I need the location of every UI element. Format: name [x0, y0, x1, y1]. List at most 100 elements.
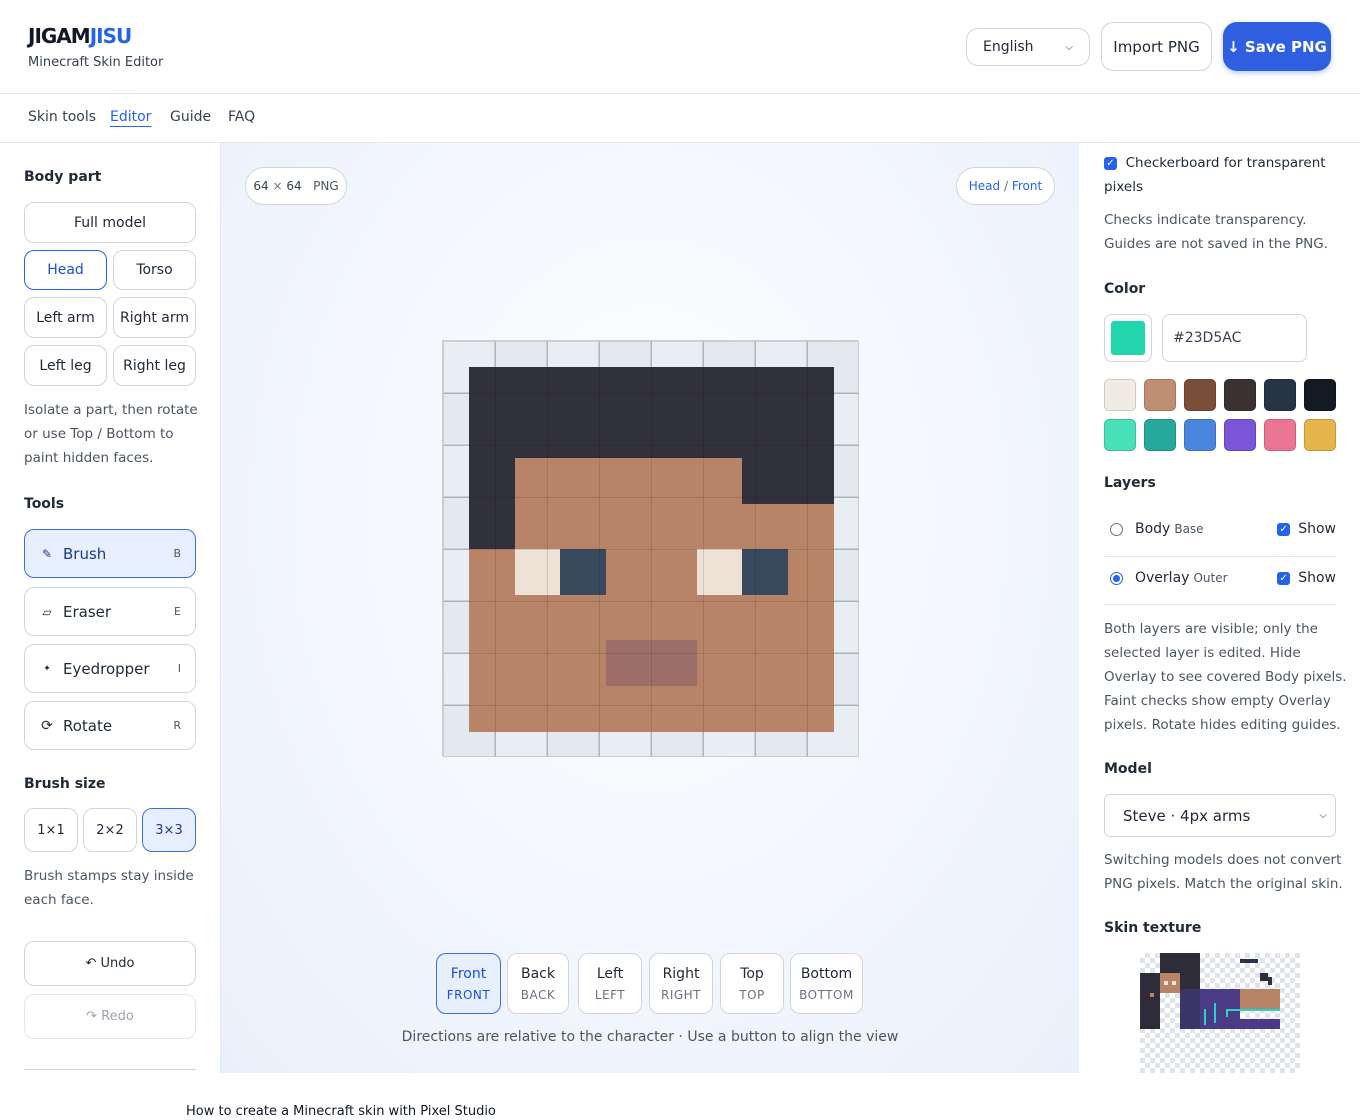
painted-pixel[interactable]: [742, 412, 788, 459]
painted-pixel[interactable]: [469, 685, 515, 732]
painted-pixel[interactable]: [469, 367, 515, 413]
color-hex-input[interactable]: #23D5AC: [1162, 314, 1307, 362]
palette-swatch[interactable]: [1144, 379, 1176, 411]
painted-pixel[interactable]: [651, 367, 697, 413]
undo-button[interactable]: ↶ Undo: [24, 941, 196, 986]
full-model-button[interactable]: Full model: [24, 202, 196, 243]
painted-pixel[interactable]: [787, 503, 834, 550]
palette-swatch[interactable]: [1264, 419, 1296, 451]
palette-swatch[interactable]: [1184, 419, 1216, 451]
palette-swatch[interactable]: [1304, 419, 1336, 451]
painted-pixel[interactable]: [469, 549, 515, 595]
chevron-down-icon: ⌵: [1319, 810, 1327, 821]
painted-pixel[interactable]: [469, 503, 515, 550]
painted-pixel[interactable]: [514, 640, 561, 686]
painted-pixel[interactable]: [651, 685, 697, 732]
painted-pixel[interactable]: [651, 503, 697, 550]
painted-pixel[interactable]: [742, 549, 788, 595]
painted-pixel[interactable]: [787, 367, 834, 413]
view-top-button[interactable]: Top TOP: [720, 953, 784, 1014]
model-select[interactable]: Steve · 4px arms ⌵: [1104, 794, 1336, 837]
show-overlay-checkbox[interactable]: ✓: [1277, 571, 1291, 585]
nav-guide[interactable]: Guide: [170, 109, 211, 125]
logo[interactable]: JIGAMJISU: [28, 24, 132, 48]
save-png-button[interactable]: ↓ Save PNG: [1223, 22, 1331, 71]
part-left-leg-button[interactable]: Left leg: [24, 345, 107, 386]
radio-icon[interactable]: [1110, 522, 1123, 536]
view-bottom-button[interactable]: Bottom BOTTOM: [790, 953, 863, 1014]
brush-size-3x3[interactable]: 3×3: [142, 808, 196, 852]
part-torso-button[interactable]: Torso: [113, 250, 196, 290]
texture-size-badge: 64 × 64 PNG: [245, 167, 347, 205]
eyedropper-tool-button[interactable]: ✦ Eyedropper I: [24, 644, 196, 693]
redo-button[interactable]: ↷ Redo: [24, 994, 196, 1039]
palette-swatch[interactable]: [1224, 379, 1256, 411]
checkbox-checked-icon[interactable]: ✓: [1104, 156, 1117, 170]
painted-pixel[interactable]: [787, 640, 834, 686]
view-front-button[interactable]: Front FRONT: [436, 953, 501, 1014]
painted-pixel[interactable]: [742, 640, 788, 686]
view-left-button[interactable]: Left LEFT: [578, 953, 642, 1014]
palette-swatch[interactable]: [1224, 419, 1256, 451]
nav-editor[interactable]: Editor: [110, 109, 151, 125]
skin-texture-preview[interactable]: [1140, 953, 1300, 1073]
nav-faq[interactable]: FAQ: [228, 109, 255, 125]
grid-line: [443, 549, 859, 550]
left-panel: Body part Full model Head Torso Left arm…: [0, 143, 221, 1073]
import-png-button[interactable]: Import PNG: [1101, 22, 1212, 71]
painted-pixel[interactable]: [742, 685, 788, 732]
painted-pixel[interactable]: [651, 549, 697, 595]
radio-selected-icon[interactable]: [1110, 571, 1123, 585]
article-footer: How to create a Minecraft skin with Pixe…: [0, 1073, 1360, 1120]
language-select[interactable]: English ⌵: [966, 28, 1090, 66]
painted-pixel[interactable]: [787, 549, 834, 595]
part-left-arm-button[interactable]: Left arm: [24, 297, 107, 338]
painted-pixel[interactable]: [605, 549, 652, 595]
palette-swatch[interactable]: [1184, 379, 1216, 411]
painted-pixel[interactable]: [469, 640, 515, 686]
checkerboard-toggle[interactable]: ✓ Checkerboard for transparent pixels: [1104, 151, 1344, 199]
head-front-face-canvas[interactable]: [442, 340, 859, 757]
view-right-button[interactable]: Right RIGHT: [649, 953, 713, 1014]
painted-pixel[interactable]: [605, 367, 652, 413]
painted-pixel[interactable]: [605, 503, 652, 550]
layer-body-row[interactable]: Body Base ✓ Show: [1104, 521, 1336, 537]
painted-pixel[interactable]: [514, 549, 561, 595]
palette-swatch[interactable]: [1104, 419, 1136, 451]
painted-pixel[interactable]: [605, 412, 652, 459]
rotate-tool-button[interactable]: ⟳ Rotate R: [24, 701, 196, 750]
painted-pixel[interactable]: [605, 640, 652, 686]
article-title-link[interactable]: How to create a Minecraft skin with Pixe…: [186, 1104, 496, 1119]
painted-pixel[interactable]: [514, 503, 561, 550]
brush-size-1x1[interactable]: 1×1: [24, 808, 78, 852]
palette-swatch[interactable]: [1144, 419, 1176, 451]
eraser-tool-button[interactable]: ▱ Eraser E: [24, 587, 196, 636]
palette-swatch[interactable]: [1304, 379, 1336, 411]
part-head-button[interactable]: Head: [24, 250, 107, 290]
part-right-leg-button[interactable]: Right leg: [113, 345, 196, 386]
palette-swatch[interactable]: [1104, 379, 1136, 411]
painted-pixel[interactable]: [651, 412, 697, 459]
show-body-checkbox[interactable]: ✓: [1277, 522, 1291, 536]
view-back-button[interactable]: Back BACK: [507, 953, 569, 1014]
painted-pixel[interactable]: [469, 412, 515, 459]
painted-pixel[interactable]: [742, 367, 788, 413]
tools-title: Tools: [24, 496, 65, 512]
painted-pixel[interactable]: [651, 640, 697, 686]
part-right-arm-button[interactable]: Right arm: [113, 297, 196, 338]
painted-pixel[interactable]: [787, 412, 834, 459]
current-color-swatch[interactable]: [1104, 314, 1152, 362]
layer-overlay-row[interactable]: Overlay Outer ✓ Show: [1104, 570, 1336, 586]
painted-pixel[interactable]: [514, 685, 561, 732]
view-badge: Head / Front: [956, 167, 1055, 205]
painted-pixel[interactable]: [514, 367, 561, 413]
brush-tool-button[interactable]: ✎ Brush B: [24, 529, 196, 578]
painted-pixel[interactable]: [605, 685, 652, 732]
painted-pixel[interactable]: [742, 503, 788, 550]
nav-skin-tools[interactable]: Skin tools: [28, 109, 96, 125]
isolate-hint: Isolate a part, then rotate or use Top /…: [24, 402, 198, 466]
brush-size-2x2[interactable]: 2×2: [83, 808, 137, 852]
painted-pixel[interactable]: [787, 685, 834, 732]
palette-swatch[interactable]: [1264, 379, 1296, 411]
painted-pixel[interactable]: [514, 412, 561, 459]
